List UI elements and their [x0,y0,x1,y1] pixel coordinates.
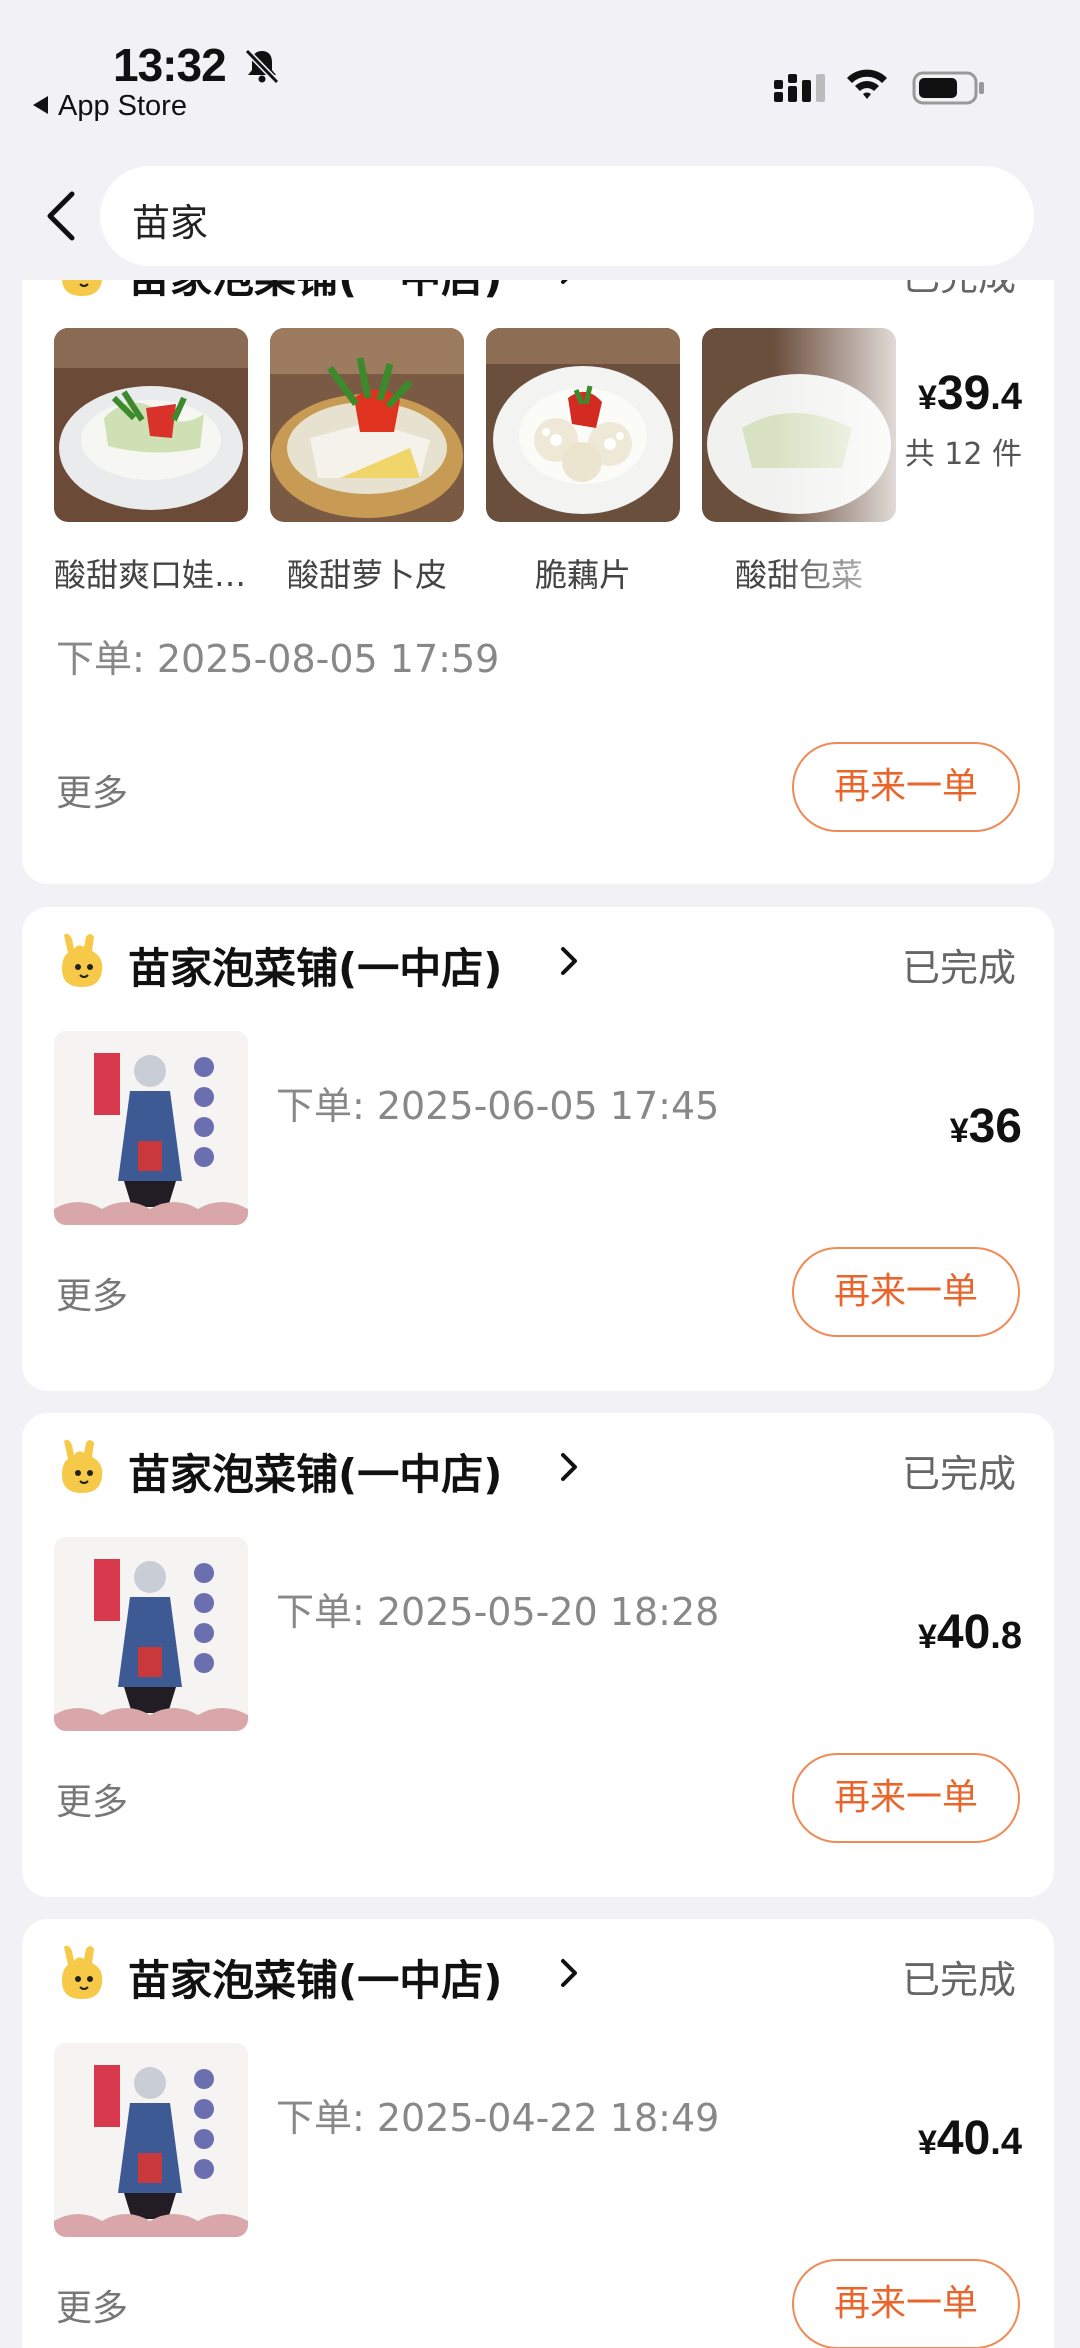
order-price: ¥40.8 [918,1605,1022,1660]
shop-thumb[interactable] [54,1031,248,1225]
back-arrow-icon[interactable] [42,188,82,244]
order-status: 已完成 [901,1452,1016,1496]
order-price-block: ¥39.4 共 12 件 [905,366,1022,473]
more-button[interactable]: 更多 [56,1773,128,1825]
order-price: ¥36 [950,1099,1022,1154]
price-decimal: .4 [990,376,1022,418]
item-thumbnails[interactable]: 酸甜爽口娃娃菜 酸甜萝卜皮 [54,328,920,598]
price-integer: 36 [968,1100,1022,1153]
order-time: 下单: 2025-04-22 18:49 [276,2096,720,2140]
food-photo-cabbage [54,328,248,522]
order-time: 下单: 2025-08-05 17:59 [56,637,500,681]
order-card[interactable]: 苗家泡菜铺(一中店) 已完成 下单: 2025-06-05 17:45 ¥36 … [22,907,1054,1391]
shop-logo-icon [62,1439,103,1493]
shop-logo-icon [62,1945,103,1999]
order-price: ¥40.4 [918,2111,1022,2166]
reorder-button[interactable]: 再来一单 [792,2259,1020,2348]
shop-thumb[interactable] [54,2043,248,2237]
item-count: 共 12 件 [904,437,1022,472]
price-currency: ¥ [949,1112,969,1150]
order-list: 苗家泡菜铺(一中店) 已完成 酸甜爽口娃娃菜 [0,280,1080,2348]
shop-header[interactable]: 苗家泡菜铺(一中店) 已完成 [56,280,1016,302]
shop-logo-image [54,1537,248,1731]
reorder-button[interactable]: 再来一单 [792,1753,1020,1843]
status-bar: 13:32 App Store [0,0,1080,150]
item-thumb[interactable] [270,328,464,522]
order-card[interactable]: 苗家泡菜铺(一中店) 已完成 下单: 2025-04-22 18:49 ¥40.… [22,1919,1054,2348]
shop-name: 苗家泡菜铺(一中店) [128,280,502,305]
order-price-block: ¥40.8 [918,1605,1022,1660]
chevron-right-icon [561,1453,577,1481]
search-header: 苗家 [0,160,1080,270]
item-label: 酸甜爽口娃娃菜 [54,556,248,594]
chevron-right-icon [561,1959,577,1987]
shop-logo-icon [62,280,102,296]
order-price-block: ¥40.4 [918,2111,1022,2166]
search-query: 苗家 [132,201,209,245]
order-time: 下单: 2025-06-05 17:45 [276,1084,720,1128]
item-label: 脆藕片 [534,556,631,594]
reorder-button[interactable]: 再来一单 [792,1247,1020,1337]
item-thumb[interactable] [486,328,680,522]
search-input[interactable]: 苗家 [100,166,1034,266]
order-status: 已完成 [901,946,1016,990]
price-currency: ¥ [917,379,937,417]
price-currency: ¥ [917,2124,937,2162]
order-status: 已完成 [902,280,1016,301]
more-button[interactable]: 更多 [56,764,128,816]
shop-name: 苗家泡菜铺(一中店) [128,1956,503,2005]
reorder-button[interactable]: 再来一单 [792,742,1020,832]
back-to-app-store[interactable]: App Store [33,90,187,123]
order-card[interactable]: 苗家泡菜铺(一中店) 已完成 酸甜爽口娃娃菜 [22,280,1054,884]
item-thumb[interactable] [54,328,248,522]
shop-header[interactable]: 苗家泡菜铺(一中店) 已完成 [56,931,1016,993]
item-label: 酸甜萝卜皮 [286,556,447,594]
shop-name: 苗家泡菜铺(一中店) [128,944,503,993]
back-triangle-icon [33,96,48,114]
price-decimal: .4 [990,2121,1022,2163]
shop-thumb[interactable] [54,1537,248,1731]
shop-header[interactable]: 苗家泡菜铺(一中店) 已完成 [56,1437,1016,1499]
order-status: 已完成 [901,1958,1016,2002]
shop-name: 苗家泡菜铺(一中店) [128,1450,503,1499]
back-app-label: App Store [58,90,187,122]
order-price: ¥39.4 [905,366,1022,421]
more-button[interactable]: 更多 [56,1267,128,1319]
status-time: 13:32 [113,39,227,91]
price-currency: ¥ [917,1618,937,1656]
order-time: 下单: 2025-05-20 18:28 [276,1590,720,1634]
battery-icon [912,71,984,105]
shop-header[interactable]: 苗家泡菜铺(一中店) 已完成 [56,1943,1016,2005]
price-integer: 40 [936,1606,991,1659]
food-photo-lotus-root [486,328,680,522]
shop-logo-icon [62,933,103,987]
thumbnail-fade-overlay [774,328,920,598]
price-decimal: .8 [990,1615,1022,1657]
order-card[interactable]: 苗家泡菜铺(一中店) 已完成 下单: 2025-05-20 18:28 ¥40.… [22,1413,1054,1897]
price-integer: 39 [936,367,991,420]
chevron-right-icon [561,947,577,975]
bell-muted-icon [244,48,280,85]
shop-logo-image [54,1031,248,1225]
more-button[interactable]: 更多 [56,2279,128,2331]
wifi-icon [847,69,887,99]
food-photo-radish [270,328,464,522]
order-price-block: ¥36 [950,1099,1022,1154]
price-integer: 40 [936,2112,991,2165]
chevron-right-icon [561,280,568,284]
shop-logo-image [54,2043,248,2237]
signal-icon [774,74,825,102]
